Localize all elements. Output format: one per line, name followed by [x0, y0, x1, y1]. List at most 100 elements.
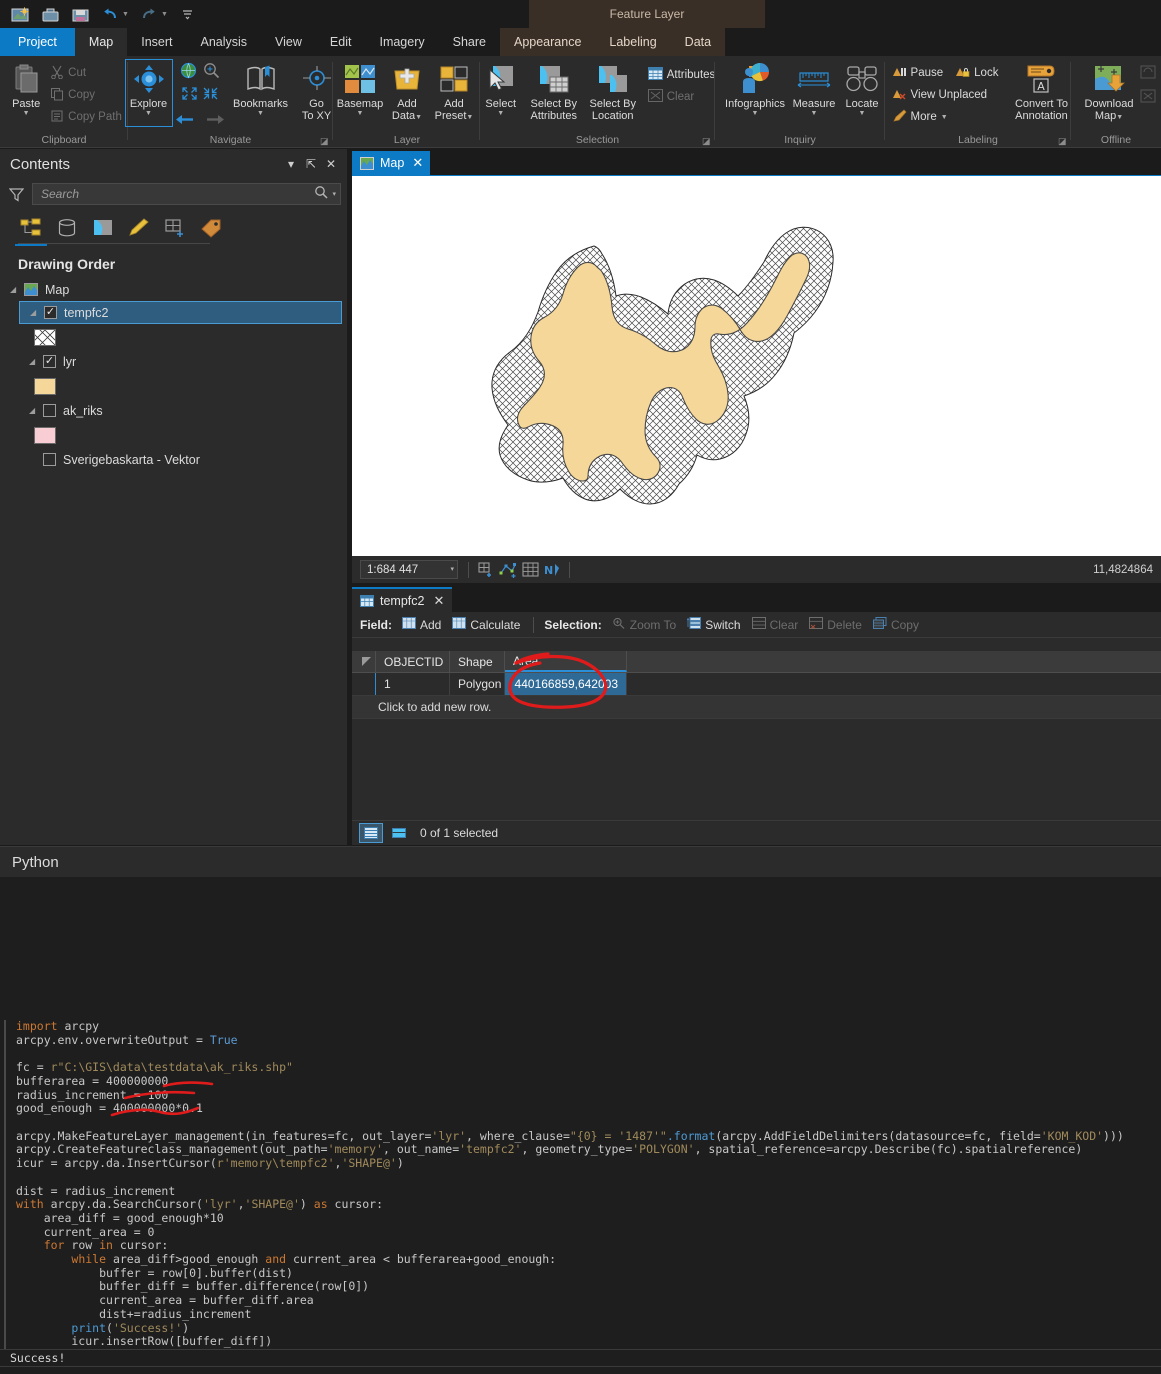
bookmarks-dropdown-caret-icon[interactable]: ▼ [257, 110, 264, 117]
map-tab-close-icon[interactable]: ✕ [412, 155, 423, 171]
filter-icon[interactable] [6, 187, 26, 202]
new-project-icon[interactable] [6, 2, 34, 26]
calculate-field-button[interactable]: Calculate [449, 617, 523, 632]
north-arrow-icon[interactable]: N [541, 560, 563, 580]
tab-data[interactable]: Data [670, 28, 726, 56]
sync-map-icon[interactable] [1140, 64, 1158, 85]
explore-dropdown-caret-icon[interactable]: ▼ [145, 110, 152, 117]
measure-button[interactable]: Measure ▼ [789, 60, 839, 117]
redo-dropdown-caret-icon[interactable]: ▼ [161, 11, 168, 18]
symbol-swatch-hatch[interactable] [34, 328, 56, 346]
select-by-attributes-button[interactable]: Select By Attributes [524, 60, 584, 122]
attribute-table-tab[interactable]: tempfc2 ✕ [352, 587, 453, 612]
more-dropdown-caret-icon[interactable]: ▼ [941, 114, 948, 121]
cell-objectid[interactable]: 1 [376, 673, 450, 695]
sidebar-item-labeling-tab[interactable] [198, 215, 224, 241]
switch-selection-button[interactable]: Switch [684, 617, 743, 632]
undo-dropdown-caret-icon[interactable]: ▼ [122, 11, 129, 18]
row-selector-cell[interactable] [352, 673, 376, 695]
expander-icon[interactable]: ◢ [10, 285, 24, 294]
layer-visibility-checkbox[interactable] [43, 453, 56, 466]
delete-selection-button[interactable]: Delete [806, 617, 865, 632]
related-view-toggle-icon[interactable] [388, 824, 410, 842]
symbol-swatch-fill[interactable] [34, 377, 56, 395]
paste-button[interactable]: Paste ▼ [4, 60, 48, 117]
previous-extent-icon[interactable] [175, 112, 195, 132]
select-by-location-button[interactable]: Select By Location [584, 60, 642, 122]
edit-vertices-icon[interactable] [497, 560, 519, 580]
navigate-dialog-launcher[interactable]: ◪ [320, 136, 330, 146]
bookmarks-button[interactable]: Bookmarks ▼ [228, 60, 294, 117]
cell-shape[interactable]: Polygon [450, 673, 505, 695]
tree-item-sverigebaskarta[interactable]: ◢ Sverigebaskarta - Vektor [19, 448, 347, 471]
labeling-dialog-launcher[interactable]: ◪ [1058, 136, 1068, 146]
sidebar-item-snapping-tab[interactable] [162, 215, 188, 241]
measure-dropdown-caret-icon[interactable]: ▼ [811, 110, 818, 117]
add-preset-button[interactable]: Add Preset▼ [429, 60, 479, 122]
add-grid-icon[interactable] [475, 560, 497, 580]
python-code-block[interactable]: import arcpy arcpy.env.overwriteOutput =… [4, 1019, 1161, 1349]
column-header-area[interactable]: Area [505, 651, 627, 672]
tab-appearance[interactable]: Appearance [499, 28, 596, 56]
explore-button[interactable]: Explore ▼ [124, 59, 173, 127]
more-labeling-button[interactable]: More ▼ [890, 106, 1001, 128]
sidebar-item-data-source-tab[interactable] [54, 215, 80, 241]
selection-dialog-launcher[interactable]: ◪ [702, 136, 712, 146]
zoom-to-selection-button[interactable]: Zoom To [609, 617, 679, 632]
map-scale-combobox[interactable]: 1:684 447 ▾ [360, 560, 458, 579]
save-project-icon[interactable] [66, 2, 94, 26]
locate-dropdown-caret-icon[interactable]: ▼ [859, 110, 866, 117]
tab-imagery[interactable]: Imagery [365, 28, 438, 56]
remove-offline-icon[interactable] [1140, 88, 1158, 109]
full-extent-icon[interactable] [180, 62, 197, 84]
map-scale-caret-icon[interactable]: ▾ [450, 566, 454, 573]
tab-labeling[interactable]: Labeling [595, 28, 671, 56]
tab-view[interactable]: View [261, 28, 316, 56]
convert-to-annotation-button[interactable]: A Convert To Annotation [1008, 60, 1074, 122]
zoom-in-arrows-icon[interactable] [181, 86, 198, 106]
tab-project[interactable]: Project [0, 28, 75, 56]
fixed-zoom-icon[interactable] [203, 62, 220, 84]
lock-labeling-button[interactable]: Lock [953, 62, 1000, 84]
sidebar-item-editing-tab[interactable] [126, 215, 152, 241]
tab-share[interactable]: Share [439, 28, 500, 56]
add-field-button[interactable]: Add [399, 617, 444, 632]
tab-edit[interactable]: Edit [316, 28, 366, 56]
map-view-tab[interactable]: Map ✕ [352, 151, 431, 175]
column-header-objectid[interactable]: OBJECTID [376, 651, 450, 672]
tree-item-tempfc2[interactable]: ◢ ✓ tempfc2 [19, 301, 342, 324]
add-data-button[interactable]: Add Data▼ [385, 60, 429, 122]
layer-visibility-checkbox[interactable] [43, 404, 56, 417]
select-button[interactable]: Select ▼ [478, 60, 524, 117]
redo-icon[interactable] [135, 2, 163, 26]
cut-button[interactable]: Cut [48, 62, 124, 84]
grid-icon[interactable] [519, 560, 541, 580]
expander-icon[interactable]: ◢ [29, 357, 43, 366]
basemap-button[interactable]: Basemap ▼ [335, 60, 385, 117]
column-header-shape[interactable]: Shape [450, 651, 505, 672]
select-all-corner-cell[interactable] [352, 651, 376, 672]
clear-selection-button[interactable]: Clear [749, 617, 802, 632]
table-view-toggle-icon[interactable] [359, 823, 383, 843]
zoom-out-arrows-icon[interactable] [202, 86, 219, 106]
next-extent-icon[interactable] [205, 112, 225, 132]
add-new-row[interactable]: Click to add new row. [352, 696, 1161, 719]
download-map-button[interactable]: Download Map▼ [1078, 60, 1140, 122]
attribute-table-tab-close-icon[interactable]: ✕ [433, 593, 444, 609]
tree-item-lyr[interactable]: ◢ ✓ lyr [19, 350, 347, 373]
map-canvas[interactable] [352, 175, 1161, 556]
symbol-swatch-fill[interactable] [34, 426, 56, 444]
search-input[interactable]: Search ▾ [32, 183, 341, 205]
pause-labeling-button[interactable]: Pause [890, 62, 946, 84]
view-unplaced-button[interactable]: View Unplaced [890, 84, 1001, 106]
tab-map[interactable]: Map [74, 28, 128, 56]
contents-pin-icon[interactable]: ⇱ [301, 157, 321, 171]
copy-path-button[interactable]: Copy Path [48, 106, 124, 128]
customize-quick-access-icon[interactable] [174, 2, 202, 26]
layer-visibility-checkbox[interactable]: ✓ [43, 355, 56, 368]
tree-item-ak-riks[interactable]: ◢ ak_riks [19, 399, 347, 422]
select-dropdown-caret-icon[interactable]: ▼ [497, 110, 504, 117]
layer-visibility-checkbox[interactable]: ✓ [44, 306, 57, 319]
paste-dropdown-caret-icon[interactable]: ▼ [23, 110, 30, 117]
tab-insert[interactable]: Insert [127, 28, 186, 56]
